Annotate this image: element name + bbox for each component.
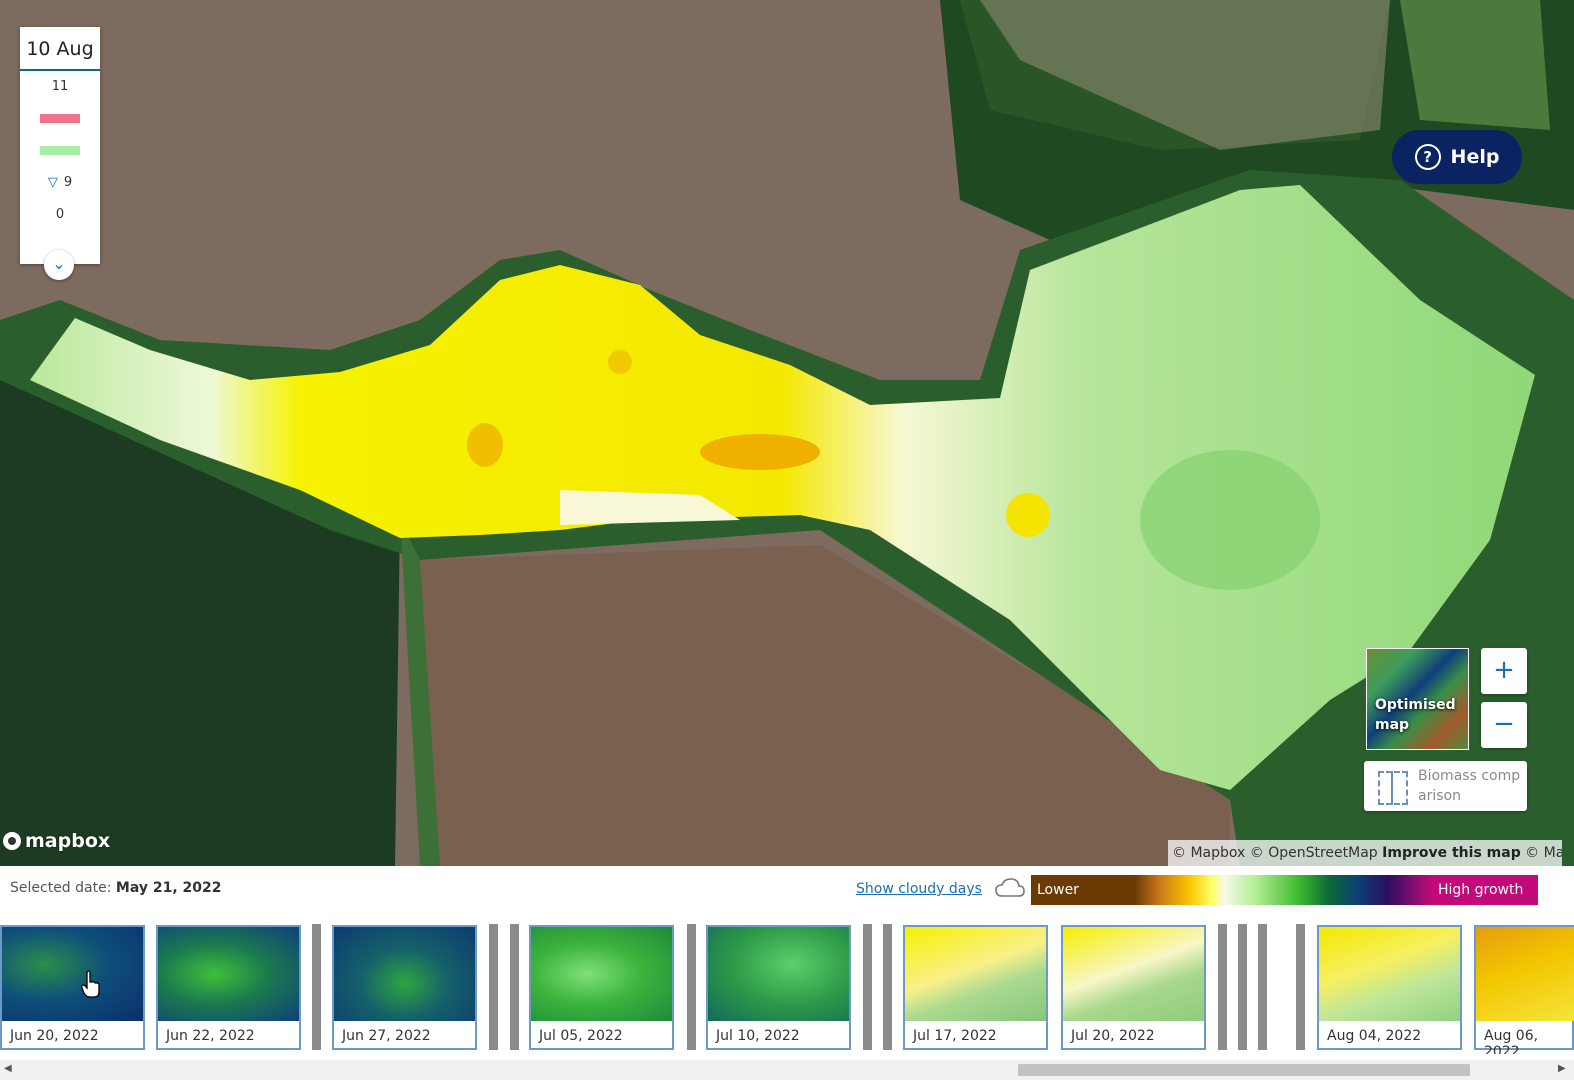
optimised-map-label: Optimised map xyxy=(1375,697,1456,733)
thumbnail-card[interactable]: Jul 10, 2022 xyxy=(706,925,851,1050)
legend-bottom-value: 0 xyxy=(55,207,65,222)
question-icon: ? xyxy=(1414,144,1441,170)
thumbnail-image xyxy=(158,927,299,1021)
plus-icon: + xyxy=(1493,655,1515,685)
scroll-left-icon[interactable]: ◀ xyxy=(4,1063,12,1074)
growth-gradient-bar xyxy=(1135,875,1432,905)
thumbnail-date: Jul 10, 2022 xyxy=(716,1028,800,1044)
cloudy-day-marker[interactable] xyxy=(687,924,696,1050)
cloudy-day-marker[interactable] xyxy=(883,924,892,1050)
selected-date: Selected date: May 21, 2022 xyxy=(10,880,221,896)
current-date-label: 10 Aug xyxy=(20,27,100,71)
biomass-comparison-label: Biomass comparison xyxy=(1418,768,1521,804)
thumbnail-card[interactable]: Jul 17, 2022 xyxy=(903,925,1048,1050)
thumbnail-image xyxy=(1063,927,1204,1021)
thumbnail-date: Aug 06, 2022 xyxy=(1484,1028,1539,1054)
thumbnail-date: Jul 20, 2022 xyxy=(1071,1028,1155,1044)
cloudy-day-marker[interactable] xyxy=(510,924,519,1050)
date-thumbnail-strip[interactable]: Jun 20, 2022 Jun 22, 2022 Jun 27, 2022 J… xyxy=(0,924,1574,1054)
legend-triangle-value: 9 xyxy=(63,175,73,190)
thumbnail-card[interactable]: Jul 20, 2022 xyxy=(1061,925,1206,1050)
thumbnail-card[interactable]: Jun 20, 2022 xyxy=(0,925,145,1050)
chevron-down-icon: ⌄ xyxy=(52,254,66,273)
selected-date-value: May 21, 2022 xyxy=(115,880,222,896)
thumbnail-date: Aug 04, 2022 xyxy=(1327,1028,1422,1044)
cloudy-day-marker[interactable] xyxy=(312,924,321,1050)
cloudy-day-marker[interactable] xyxy=(863,924,872,1050)
thumbnail-image xyxy=(531,927,672,1021)
growth-color-scale: Lower growth High growth xyxy=(1031,875,1538,928)
mapbox-icon xyxy=(3,832,21,850)
cloud-icon xyxy=(995,878,1025,897)
map-attribution: © Mapbox © OpenStreetMap Improve this ma… xyxy=(1168,840,1562,866)
expand-panel-button[interactable]: ⌄ xyxy=(44,250,74,280)
zoom-out-button[interactable]: − xyxy=(1481,702,1527,748)
thumbnail-date: Jun 27, 2022 xyxy=(342,1028,431,1044)
satellite-imagery xyxy=(0,0,1574,866)
show-cloudy-days-link[interactable]: Show cloudy days xyxy=(856,881,982,897)
thumbnail-card[interactable]: Jun 22, 2022 xyxy=(156,925,301,1050)
mapbox-logo-text: mapbox xyxy=(25,830,111,852)
minus-icon: − xyxy=(1493,709,1515,739)
mapbox-logo[interactable]: mapbox xyxy=(3,830,110,852)
biomass-comparison-button[interactable]: Biomass comparison xyxy=(1364,761,1527,811)
thumbnail-image xyxy=(905,927,1046,1021)
legend-top-value: 11 xyxy=(51,79,69,94)
date-legend-panel: 10 Aug 11 ▽ 9 0 xyxy=(20,27,100,264)
optimised-map-toggle[interactable]: Optimised map xyxy=(1366,648,1469,750)
scroll-right-icon[interactable]: ▶ xyxy=(1558,1063,1566,1074)
thumbnail-date: Jun 20, 2022 xyxy=(10,1028,99,1044)
field-map[interactable]: 10 Aug 11 ▽ 9 0 ⌄ ? Help Optimised map + … xyxy=(0,0,1574,866)
thumbnail-date: Jul 17, 2022 xyxy=(913,1028,997,1044)
improve-map-link[interactable]: Improve this map xyxy=(1382,845,1521,861)
attribution-osm[interactable]: © OpenStreetMap xyxy=(1250,845,1378,861)
cloudy-day-marker[interactable] xyxy=(1296,924,1305,1050)
cloudy-day-marker[interactable] xyxy=(1218,924,1227,1050)
attribution-mapbox[interactable]: © Mapbox xyxy=(1172,845,1245,861)
thumbnail-date: Jul 05, 2022 xyxy=(539,1028,623,1044)
cloudy-day-marker[interactable] xyxy=(1238,924,1247,1050)
filter-triangle-icon: ▽ xyxy=(47,175,58,190)
lower-growth-label: Lower growth xyxy=(1031,875,1135,928)
horizontal-scrollbar[interactable]: ◀ ▶ xyxy=(0,1060,1574,1080)
high-growth-label: High growth xyxy=(1432,875,1538,905)
zoom-in-button[interactable]: + xyxy=(1481,648,1527,694)
help-button[interactable]: ? Help xyxy=(1392,130,1522,184)
cloudy-day-marker[interactable] xyxy=(1258,924,1267,1050)
selected-date-prefix: Selected date: xyxy=(10,880,112,896)
thumbnail-card[interactable]: Aug 06, 2022 xyxy=(1474,925,1574,1054)
thumbnail-image xyxy=(334,927,475,1021)
thumbnail-card[interactable]: Jul 05, 2022 xyxy=(529,925,674,1050)
help-label: Help xyxy=(1450,146,1500,168)
scrollbar-thumb[interactable] xyxy=(1018,1064,1470,1076)
thumbnail-image xyxy=(1476,927,1574,1021)
thumbnail-image xyxy=(2,927,143,1021)
attribution-maxar[interactable]: © Maxar xyxy=(1525,845,1562,861)
cloudy-day-marker[interactable] xyxy=(489,924,498,1050)
thumbnail-card[interactable]: Aug 04, 2022 xyxy=(1317,925,1462,1050)
thumbnail-image xyxy=(1319,927,1460,1021)
thumbnail-image xyxy=(708,927,849,1021)
legend-green-swatch xyxy=(40,146,80,155)
legend-red-swatch xyxy=(40,114,80,123)
thumbnail-card[interactable]: Jun 27, 2022 xyxy=(332,925,477,1050)
hand-cursor-icon xyxy=(81,970,100,998)
split-view-icon xyxy=(1378,771,1408,805)
thumbnail-date: Jun 22, 2022 xyxy=(166,1028,255,1044)
